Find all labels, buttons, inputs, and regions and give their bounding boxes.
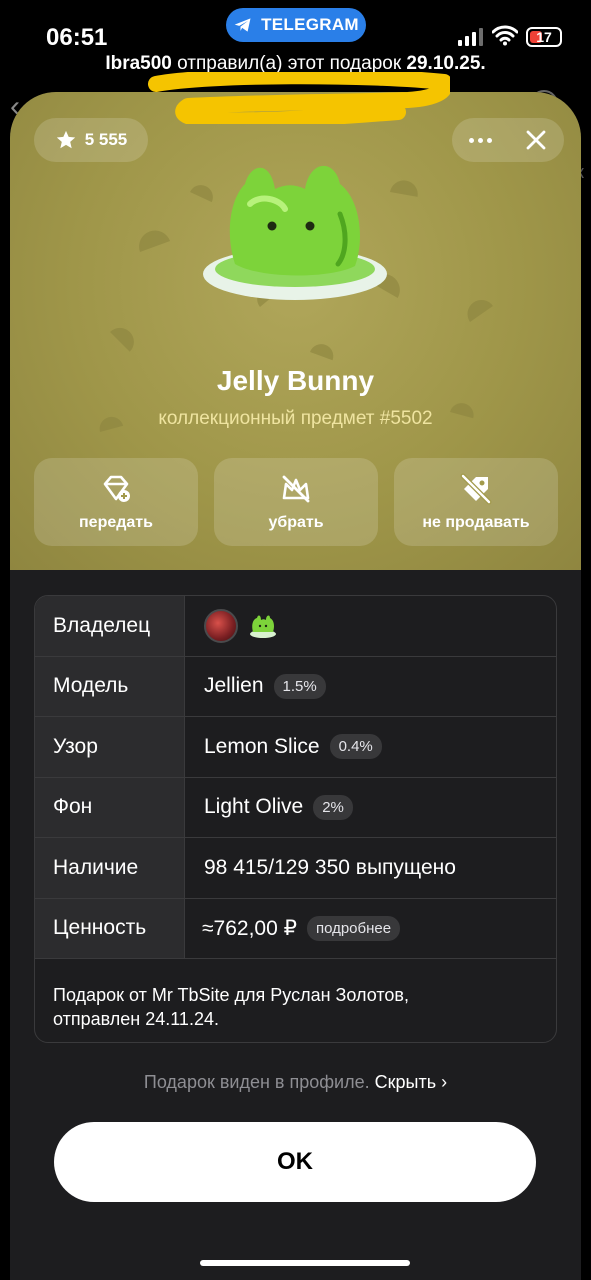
hide-icon	[282, 475, 310, 503]
background-name: Light Olive	[204, 795, 304, 819]
ok-button[interactable]: OK	[54, 1122, 536, 1202]
header-controls	[452, 118, 564, 162]
value-label: Ценность	[35, 898, 185, 958]
background-label: Фон	[35, 777, 185, 837]
hide-button[interactable]: убрать	[214, 458, 378, 546]
yellow-highlight-scribble	[148, 72, 450, 124]
wifi-icon	[492, 25, 518, 46]
star-icon	[56, 130, 75, 149]
value-value: ≈762,00 ₽ подробнее	[186, 899, 556, 959]
owner-label: Владелец	[35, 596, 185, 656]
owner-avatar[interactable]	[204, 608, 238, 643]
hide-link-label: Скрыть	[374, 1072, 437, 1092]
stars-balance[interactable]: 5 555	[34, 118, 148, 162]
banner-date: 29.10.25.	[406, 53, 486, 74]
table-row-value: Ценность ≈762,00 ₽ подробнее	[35, 898, 556, 959]
telegram-icon	[234, 18, 251, 32]
unlist-button[interactable]: не продавать	[394, 458, 558, 546]
gift-attributes-table: Владелец Модель Jellien 1.5% Узор Lemon …	[34, 595, 557, 1043]
banner-sender: Ibra500	[105, 53, 172, 74]
hide-label: убрать	[268, 514, 324, 531]
model-value[interactable]: Jellien 1.5%	[186, 657, 556, 717]
availability-label: Наличие	[35, 838, 185, 898]
background-rarity-badge: 2%	[313, 794, 353, 820]
mini-gift-icon	[250, 615, 276, 638]
more-options-button[interactable]	[452, 118, 508, 162]
model-label: Модель	[35, 656, 185, 716]
transfer-gift-icon	[103, 475, 130, 502]
table-row-pattern: Узор Lemon Slice 0.4%	[35, 717, 556, 778]
model-name: Jellien	[204, 674, 264, 698]
banner-middle: отправил(а) этот подарок	[171, 53, 407, 74]
telegram-app-pill[interactable]: TELEGRAM	[226, 8, 366, 42]
table-row-availability: Наличие 98 415/129 350 выпущено	[35, 838, 556, 899]
home-indicator	[200, 1260, 410, 1266]
jelly-bunny-gift-image	[203, 165, 387, 300]
gift-collection-number: коллекционный предмет #5502	[158, 408, 433, 429]
cellular-signal-icon	[458, 28, 483, 46]
pattern-rarity-badge: 0.4%	[329, 734, 382, 760]
gift-name: Jelly Bunny	[216, 365, 375, 396]
chevron-right-icon: ›	[441, 1072, 448, 1092]
gift-origin-line1: Подарок от Mr TbSite для Руслан Золотов,	[53, 985, 409, 1005]
hide-from-profile-link[interactable]: Скрыть ›	[375, 1072, 447, 1092]
pattern-name: Lemon Slice	[204, 734, 320, 758]
transfer-label: передать	[79, 514, 153, 531]
status-time: 06:51	[46, 24, 108, 51]
gift-details-sheet: 5 555 Jelly Bunny коллекционный предмет …	[10, 92, 581, 1280]
gift-hero: 5 555 Jelly Bunny коллекционный предмет …	[10, 92, 581, 570]
close-icon	[526, 130, 546, 150]
table-row-model: Модель Jellien 1.5%	[35, 656, 556, 717]
transfer-button[interactable]: передать	[34, 458, 198, 546]
stars-count: 5 555	[84, 130, 128, 149]
profile-visibility-note: Подарок виден в профиле. Скрыть ›	[10, 1072, 581, 1093]
more-dots-icon	[468, 137, 474, 143]
battery-indicator: 17	[526, 27, 562, 47]
owner-value[interactable]	[186, 596, 556, 656]
table-row-owner: Владелец	[35, 596, 556, 657]
battery-level: 17	[536, 29, 552, 45]
availability-value: 98 415/129 350 выпущено	[204, 855, 456, 879]
gift-origin-note: Подарок от Mr TbSite для Руслан Золотов,…	[35, 959, 556, 1042]
pattern-value[interactable]: Lemon Slice 0.4%	[186, 717, 556, 777]
unlist-label: не продавать	[422, 514, 530, 531]
close-button[interactable]	[508, 118, 564, 162]
value-details-button[interactable]: подробнее	[306, 915, 401, 941]
value-amount: ≈762,00 ₽	[202, 916, 297, 940]
background-value[interactable]: Light Olive 2%	[186, 778, 556, 838]
gift-actions: передать убрать не продавать	[34, 458, 558, 546]
pattern-label: Узор	[35, 717, 185, 777]
visibility-text: Подарок виден в профиле.	[143, 1072, 370, 1092]
model-rarity-badge: 1.5%	[273, 673, 326, 699]
table-row-background: Фон Light Olive 2%	[35, 777, 556, 838]
gift-origin-line2: отправлен 24.11.24.	[53, 1009, 219, 1029]
unlist-tag-icon	[460, 473, 492, 505]
telegram-label: TELEGRAM	[261, 15, 359, 34]
